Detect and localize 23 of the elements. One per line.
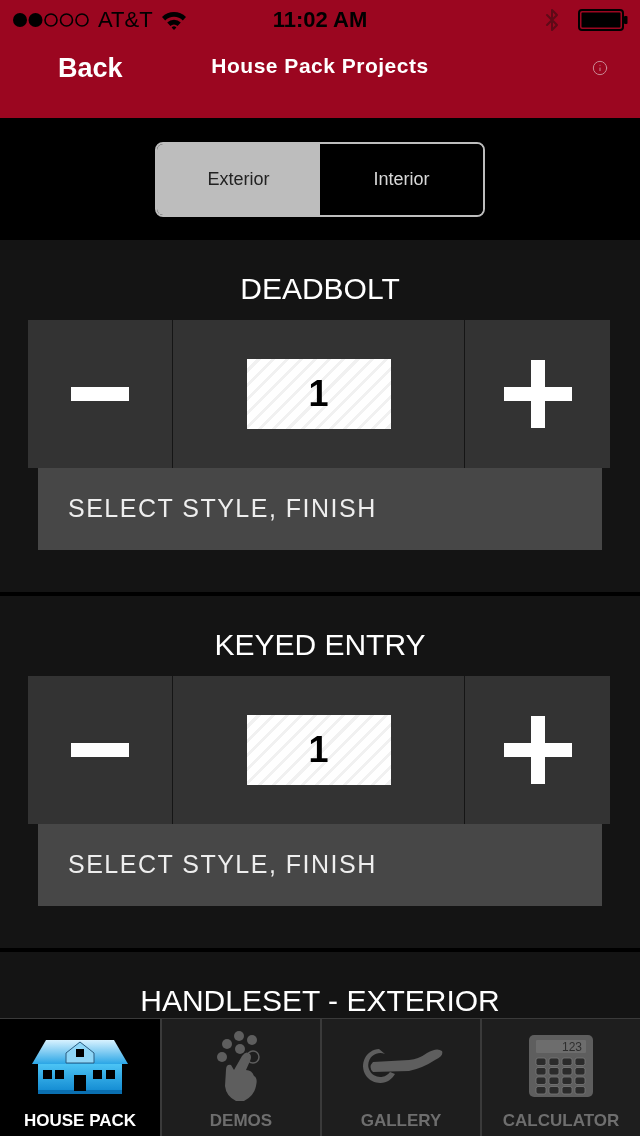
tab-bar-item[interactable]: HOUSE PACK (0, 1019, 160, 1136)
wifi-icon (160, 10, 187, 30)
carrier-name: AT&T (98, 7, 153, 33)
minus-icon (71, 743, 129, 757)
signal-strength-icon (12, 12, 90, 28)
select-style-button[interactable]: SELECT STYLE, FINISH (38, 824, 602, 906)
quantity-field[interactable]: 1 (246, 715, 391, 785)
product-title: HANDLESET - EXTERIOR (140, 984, 500, 1018)
back-button[interactable]: Back (54, 52, 127, 84)
status-time: 11:02 AM (272, 7, 368, 33)
info-icon[interactable] (592, 60, 608, 76)
minus-icon (71, 387, 129, 401)
quantity-field[interactable]: 1 (246, 359, 391, 429)
calculator-icon: 123 (528, 1034, 594, 1098)
product-title: DEADBOLT (240, 272, 400, 306)
plus-icon (503, 716, 572, 784)
house-icon (32, 1037, 128, 1095)
battery-icon (578, 9, 628, 31)
nav-title: House Pack Projects (211, 53, 429, 79)
product-title: KEYED ENTRY (214, 628, 426, 662)
plus-icon (503, 360, 572, 428)
select-style-button[interactable]: SELECT STYLE, FINISH (38, 468, 602, 550)
segment-tab[interactable]: Exterior (157, 143, 320, 215)
